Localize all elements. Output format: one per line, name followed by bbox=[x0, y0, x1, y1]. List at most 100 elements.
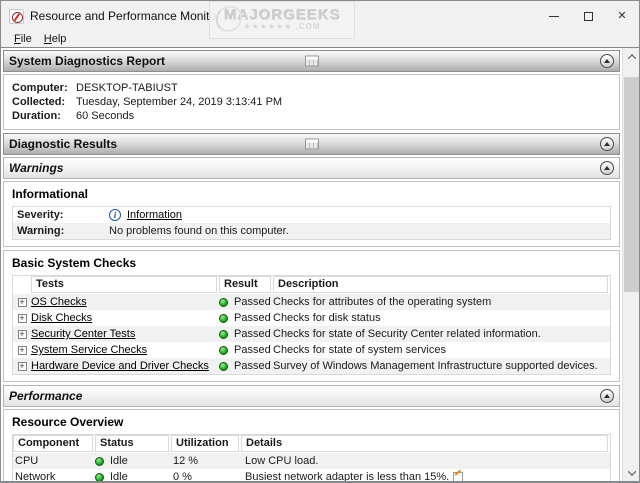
section-header-system-diagnostics-report: System Diagnostics Report bbox=[3, 50, 620, 72]
idle-status-icon bbox=[95, 472, 104, 481]
menu-file-rest: ile bbox=[20, 33, 32, 45]
hardware-device-driver-checks-link[interactable]: Hardware Device and Driver Checks bbox=[31, 360, 209, 372]
basic-system-checks-panel: Basic System Checks Tests Result Descrip… bbox=[3, 250, 620, 382]
table-grid-icon[interactable] bbox=[304, 55, 319, 67]
result-value: Passed bbox=[234, 312, 271, 324]
scroll-up-button[interactable] bbox=[623, 48, 640, 65]
duration-value: 60 Seconds bbox=[76, 110, 135, 122]
info-icon: i bbox=[109, 209, 121, 221]
expander-header-spacer bbox=[13, 276, 31, 293]
basic-system-checks-table: Tests Result Description + OS Checks Pas… bbox=[12, 275, 611, 375]
scroll-down-button[interactable] bbox=[623, 464, 640, 481]
info-line-computer: Computer: DESKTOP-TABIUST bbox=[12, 81, 611, 95]
computer-value: DESKTOP-TABIUST bbox=[76, 82, 178, 94]
minimize-icon bbox=[549, 15, 559, 17]
computer-label: Computer: bbox=[12, 82, 68, 94]
report-info-panel: Computer: DESKTOP-TABIUST Collected: Tue… bbox=[3, 74, 620, 130]
table-grid-icon[interactable] bbox=[304, 138, 319, 150]
collapse-button[interactable] bbox=[600, 137, 614, 151]
expand-plus-icon[interactable]: + bbox=[17, 297, 27, 307]
resource-overview-title: Resource Overview bbox=[12, 415, 124, 429]
expand-plus-icon[interactable]: + bbox=[17, 361, 27, 371]
maximize-icon bbox=[583, 11, 593, 21]
status-column-header[interactable]: Status bbox=[95, 435, 169, 452]
table-row: + System Service Checks Passed Checks fo… bbox=[13, 342, 610, 358]
chevron-up-icon bbox=[604, 142, 610, 146]
security-center-tests-link[interactable]: Security Center Tests bbox=[31, 328, 135, 340]
system-service-checks-link[interactable]: System Service Checks bbox=[31, 344, 147, 356]
section-header-diagnostic-results: Diagnostic Results bbox=[3, 133, 620, 155]
severity-row: Severity: i Information bbox=[13, 207, 610, 223]
menu-bar: File Help bbox=[1, 31, 639, 47]
tests-column-header[interactable]: Tests bbox=[31, 276, 217, 293]
menu-file[interactable]: File bbox=[8, 33, 38, 45]
chevron-down-icon bbox=[627, 466, 636, 476]
passed-status-icon bbox=[219, 361, 228, 371]
info-line-collected: Collected: Tuesday, September 24, 2019 3… bbox=[12, 95, 611, 109]
resource-performance-monitor-window: Resource and Performance Monitor ✕ MAJOR… bbox=[0, 0, 640, 483]
description-column-header[interactable]: Description bbox=[273, 276, 608, 293]
section-title: Performance bbox=[9, 389, 83, 403]
description-value: Checks for disk status bbox=[273, 312, 381, 324]
expand-plus-icon[interactable]: + bbox=[17, 329, 27, 339]
idle-status-icon bbox=[95, 456, 104, 466]
chevron-up-icon bbox=[604, 59, 610, 63]
informational-table: Severity: i Information Warning: No prob… bbox=[12, 206, 611, 240]
description-value: Checks for state of Security Center rela… bbox=[273, 328, 541, 340]
expand-plus-icon[interactable]: + bbox=[17, 313, 27, 323]
passed-status-icon bbox=[219, 345, 228, 355]
table-row: Network Idle 0 % Busiest network adapter… bbox=[13, 469, 610, 481]
collapse-button[interactable] bbox=[600, 389, 614, 403]
expand-plus-icon[interactable]: + bbox=[17, 345, 27, 355]
info-line-duration: Duration: 60 Seconds bbox=[12, 109, 611, 123]
menu-help-rest: elp bbox=[51, 33, 67, 45]
component-value: Network bbox=[15, 471, 56, 481]
information-link[interactable]: Information bbox=[127, 209, 182, 221]
section-title: System Diagnostics Report bbox=[9, 54, 166, 68]
result-column-header[interactable]: Result bbox=[219, 276, 271, 293]
section-title: Diagnostic Results bbox=[9, 137, 118, 151]
basic-system-checks-title: Basic System Checks bbox=[12, 256, 137, 270]
close-button[interactable]: ✕ bbox=[605, 1, 639, 31]
table-header-row: Component Status Utilization Details bbox=[13, 435, 610, 452]
details-value: Low CPU load. bbox=[245, 455, 319, 467]
vertical-scrollbar[interactable] bbox=[622, 48, 639, 481]
collapse-button[interactable] bbox=[600, 54, 614, 68]
os-checks-link[interactable]: OS Checks bbox=[31, 296, 87, 308]
scrollbar-thumb[interactable] bbox=[624, 77, 639, 292]
title-bar: Resource and Performance Monitor ✕ bbox=[1, 1, 639, 31]
duration-label: Duration: bbox=[12, 110, 61, 122]
utilization-value: 12 % bbox=[173, 455, 199, 467]
section-header-warnings: Warnings bbox=[3, 157, 620, 179]
result-value: Passed bbox=[234, 360, 271, 372]
section-title: Warnings bbox=[9, 161, 64, 175]
chevron-up-icon bbox=[627, 53, 636, 63]
warning-row: Warning: No problems found on this compu… bbox=[13, 223, 610, 239]
status-value: Idle bbox=[110, 455, 128, 467]
table-row: + OS Checks Passed Checks for attributes… bbox=[13, 294, 610, 310]
table-row: + Security Center Tests Passed Checks fo… bbox=[13, 326, 610, 342]
menu-help-accesskey: H bbox=[43, 33, 52, 45]
details-column-header[interactable]: Details bbox=[241, 435, 608, 452]
informational-panel: Informational Severity: i Information Wa… bbox=[3, 181, 620, 247]
result-value: Passed bbox=[234, 344, 271, 356]
utilization-column-header[interactable]: Utilization bbox=[171, 435, 239, 452]
minimize-button[interactable] bbox=[537, 1, 571, 31]
table-row: + Disk Checks Passed Checks for disk sta… bbox=[13, 310, 610, 326]
warning-label: Warning: bbox=[17, 225, 65, 237]
chevron-up-icon bbox=[604, 394, 610, 398]
passed-status-icon bbox=[219, 313, 228, 323]
disk-checks-link[interactable]: Disk Checks bbox=[31, 312, 92, 324]
passed-status-icon bbox=[219, 297, 228, 307]
table-row: CPU Idle 12 % Low CPU load. bbox=[13, 453, 610, 469]
component-column-header[interactable]: Component bbox=[13, 435, 93, 452]
collapse-button[interactable] bbox=[600, 161, 614, 175]
collected-value: Tuesday, September 24, 2019 3:13:41 PM bbox=[76, 96, 283, 108]
details-value: Busiest network adapter is less than 15%… bbox=[245, 471, 450, 481]
menu-help[interactable]: Help bbox=[38, 33, 73, 45]
informational-title: Informational bbox=[12, 187, 89, 201]
passed-status-icon bbox=[219, 329, 228, 339]
maximize-button[interactable] bbox=[571, 1, 605, 31]
window-title: Resource and Performance Monitor bbox=[30, 9, 221, 23]
note-edit-icon[interactable] bbox=[453, 472, 464, 481]
